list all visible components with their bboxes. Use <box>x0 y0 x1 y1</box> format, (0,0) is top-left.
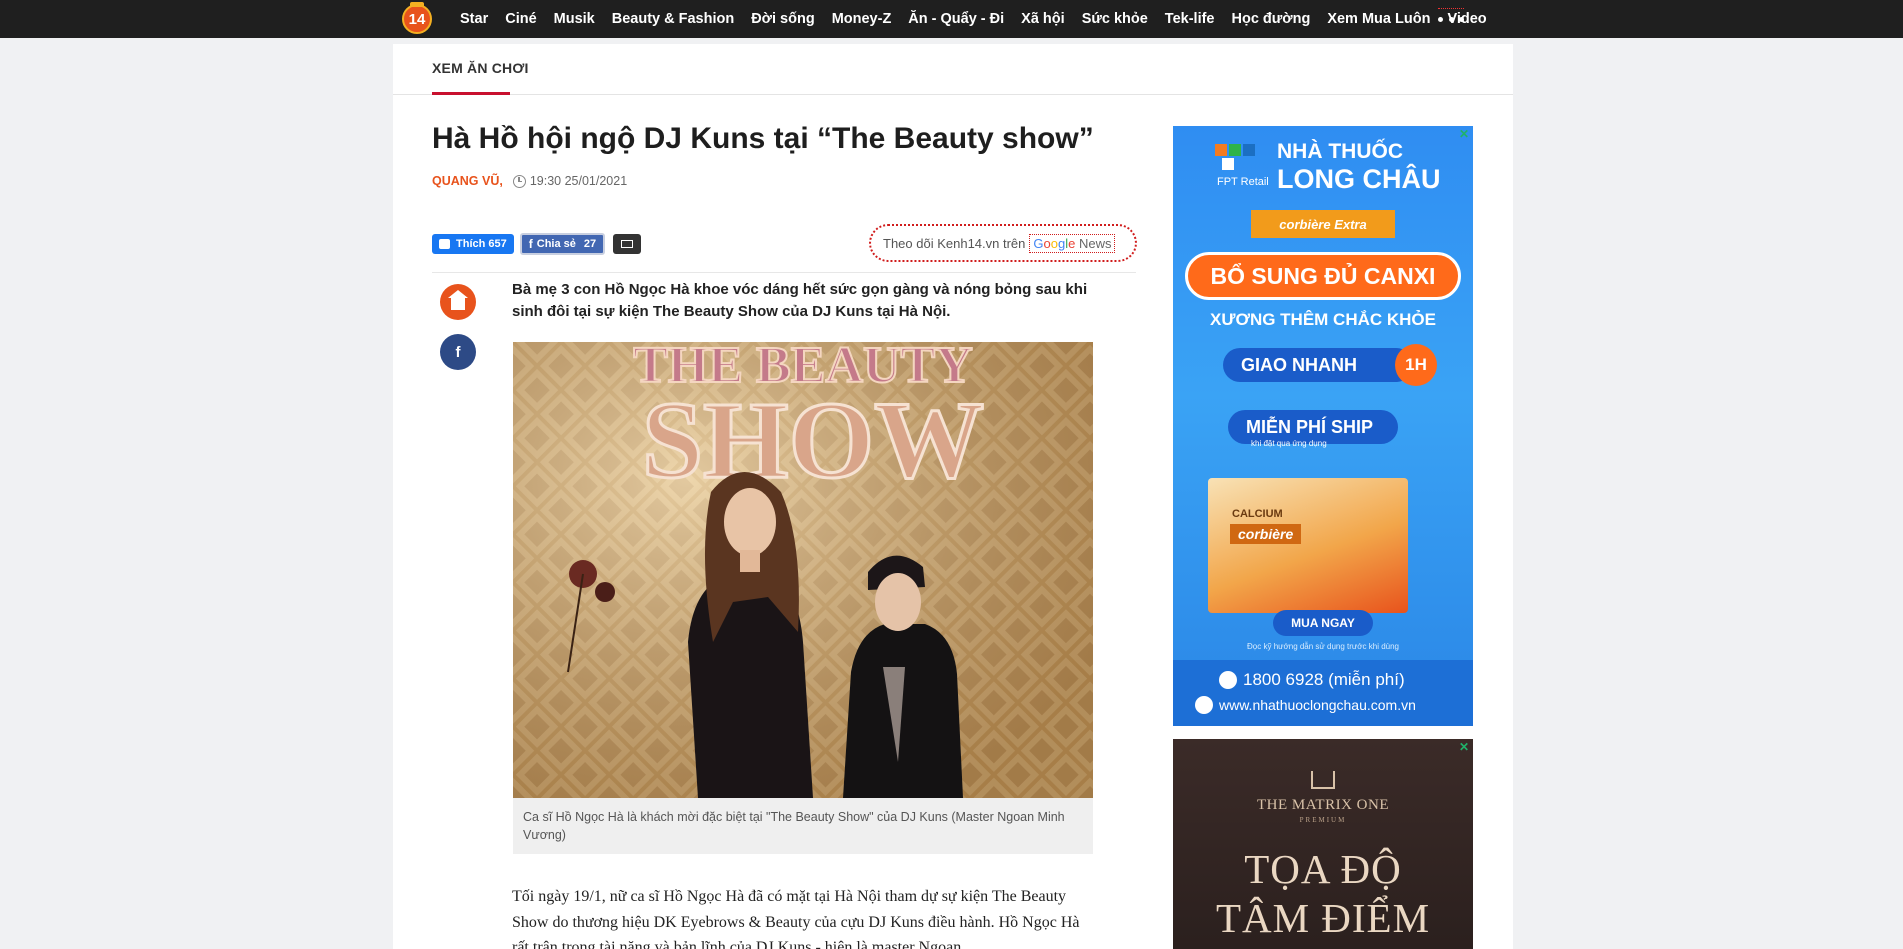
nav-item-musik[interactable]: Musik <box>554 11 595 27</box>
dot <box>1438 17 1443 22</box>
share-label: Chia sẻ <box>536 238 576 250</box>
ad-phone[interactable]: 1800 6928 (miễn phí) <box>1219 670 1405 690</box>
share-toolbar: Thích 657 f Chia sẻ 27 <box>432 233 642 255</box>
clock-icon <box>512 174 526 188</box>
dot <box>1459 17 1464 22</box>
ad-brand-line2: LONG CHÂU <box>1277 164 1441 194</box>
ad-subline: XƯƠNG THÊM CHẮC KHỎE <box>1210 310 1436 329</box>
top-navigation-bar: 14 Star Ciné Musik Beauty & Fashion Đời … <box>0 0 1903 38</box>
nav-item-an-quay-di[interactable]: Ăn - Quẩy - Đi <box>908 11 1004 27</box>
phone-text: 1800 6928 (miễn phí) <box>1243 670 1405 689</box>
facebook-icon: f <box>455 343 461 361</box>
photo-caption: Ca sĩ Hồ Ngọc Hà là khách mời đặc biệt t… <box>513 798 1093 854</box>
google-news-follow-button[interactable]: Theo dõi Kenh14.vn trên Google News <box>869 224 1137 262</box>
side-share-bar: f <box>440 284 476 384</box>
matrix-one-ad-banner[interactable]: ✕ THE MATRIX ONE PREMIUM TỌA ĐỘ TÂM ĐIỂM <box>1173 739 1473 949</box>
nav-item-suc-khoe[interactable]: Sức khỏe <box>1082 11 1148 27</box>
facebook-share-button[interactable]: f Chia sẻ 27 <box>519 233 606 255</box>
envelope-icon <box>621 240 634 248</box>
ad-contact-band: 1800 6928 (miễn phí) www.nhathuoclongcha… <box>1173 660 1473 726</box>
product-brand-text: corbière <box>1230 524 1302 544</box>
one-hour-badge: 1H <box>1395 344 1437 386</box>
category-bar: XEM ĂN CHƠI <box>393 44 1513 95</box>
nav-menu: Star Ciné Musik Beauty & Fashion Đời sốn… <box>460 0 1504 38</box>
fast-delivery-pill: GIAO NHANH <box>1223 348 1413 382</box>
article-title: Hà Hồ hội ngộ DJ Kuns tại “The Beauty sh… <box>432 122 1094 155</box>
photo-sign-line2: SHOW <box>642 379 984 501</box>
fpt-retail-text: FPT Retail <box>1217 176 1269 188</box>
share-count: 27 <box>583 238 597 250</box>
article-body-paragraph: Tối ngày 19/1, nữ ca sĩ Hồ Ngọc Hà đã có… <box>512 888 1080 949</box>
ad-website[interactable]: www.nhathuoclongchau.com.vn <box>1195 696 1416 714</box>
nav-item-star[interactable]: Star <box>460 11 488 27</box>
author-name[interactable]: QUANG VŨ, <box>432 174 503 188</box>
facebook-share-circle-button[interactable]: f <box>440 334 476 370</box>
ad-choices-icon[interactable]: ✕ <box>1459 128 1471 140</box>
google-news-logo: Google News <box>1029 233 1116 253</box>
ad-choices-icon[interactable]: ✕ <box>1459 741 1471 753</box>
more-menu-icon[interactable] <box>1438 8 1464 30</box>
globe-icon <box>1195 696 1213 714</box>
like-count: 657 <box>488 238 507 250</box>
logo-crown-icon <box>410 2 424 7</box>
phone-icon <box>1219 671 1237 689</box>
nav-item-money-z[interactable]: Money-Z <box>832 11 892 27</box>
dot <box>1448 17 1454 22</box>
fpt-logo-icon <box>1215 144 1255 170</box>
nav-item-doi-song[interactable]: Đời sống <box>751 11 814 27</box>
event-photo-illustration: THE BEAUTY SHOW <box>513 342 1093 798</box>
publish-time: 19:30 25/01/2021 <box>529 174 628 188</box>
home-button[interactable] <box>440 284 476 320</box>
ad-disclaimer: Đọc kỹ hướng dẫn sử dụng trước khi dùng <box>1247 642 1399 651</box>
like-label: Thích <box>456 238 486 250</box>
nav-item-hoc-duong[interactable]: Học đường <box>1232 11 1311 27</box>
email-share-button[interactable] <box>613 234 642 254</box>
website-text: www.nhathuoclongchau.com.vn <box>1219 697 1416 713</box>
matrix-brand: THE MATRIX ONE <box>1257 797 1389 813</box>
nav-item-cine[interactable]: Ciné <box>505 11 536 27</box>
product-calcium-text: CALCIUM <box>1232 508 1283 520</box>
nav-item-xa-hoi[interactable]: Xã hội <box>1021 11 1065 27</box>
product-box-image: CALCIUM corbière <box>1208 478 1408 613</box>
home-icon <box>448 290 468 310</box>
nav-item-xem-mua-luon[interactable]: Xem Mua Luôn <box>1327 11 1430 27</box>
facebook-like-button[interactable]: Thích 657 <box>432 234 514 254</box>
matrix-premium: PREMIUM <box>1299 816 1347 824</box>
matrix-headline-1: TỌA ĐỘ <box>1244 846 1402 892</box>
facebook-icon: f <box>528 237 533 251</box>
article-meta: QUANG VŨ, 19:30 25/01/2021 <box>432 174 627 188</box>
corbiere-label: corbière Extra <box>1251 210 1395 238</box>
matrix-headline-2: TÂM ĐIỂM <box>1215 895 1431 941</box>
divider <box>432 272 1136 273</box>
kenh14-logo[interactable]: 14 <box>402 2 432 34</box>
thumbs-up-icon <box>439 239 450 249</box>
ad-brand-line1: NHÀ THUỐC <box>1277 140 1403 163</box>
article-photo[interactable]: THE BEAUTY SHOW <box>513 342 1093 798</box>
logo-text: 14 <box>408 10 426 28</box>
matrix-logo-icon <box>1311 771 1335 789</box>
category-link[interactable]: XEM ĂN CHƠI <box>432 60 529 76</box>
free-ship-subtext: khi đặt qua ứng dụng <box>1251 439 1327 448</box>
long-chau-ad-banner[interactable]: ✕ FPT Retail NHÀ THUỐC LONG CHÂU corbièr… <box>1173 126 1473 726</box>
article-sapo: Bà mẹ 3 con Hồ Ngọc Hà khoe vóc dáng hết… <box>512 281 1088 320</box>
buy-now-button[interactable]: MUA NGAY <box>1273 610 1373 636</box>
nav-item-beauty-fashion[interactable]: Beauty & Fashion <box>612 11 734 27</box>
ad-headline: BỔ SUNG ĐỦ CANXI <box>1185 252 1461 300</box>
gnews-prefix: Theo dõi Kenh14.vn trên <box>883 235 1026 251</box>
nav-item-tek-life[interactable]: Tek-life <box>1165 11 1215 27</box>
category-underline <box>432 92 510 95</box>
